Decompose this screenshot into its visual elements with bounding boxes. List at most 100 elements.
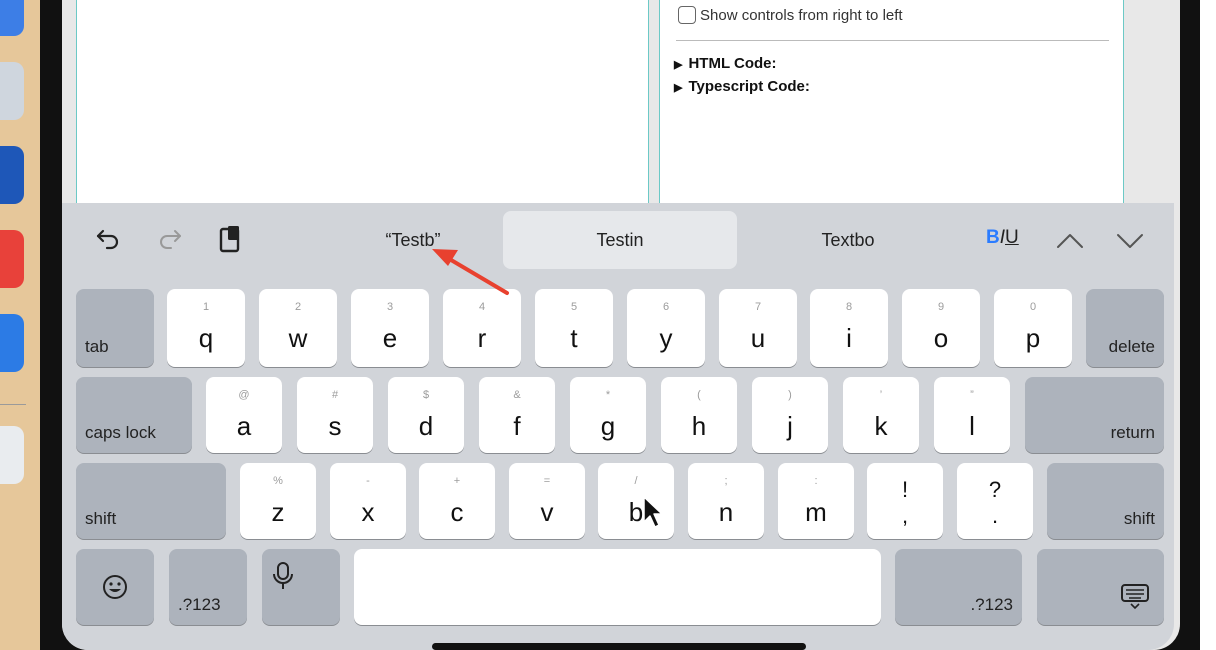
key-alt-label: @: [238, 389, 250, 401]
key-alt-label: #: [331, 389, 339, 401]
rtl-checkbox-row[interactable]: Show controls from right to left: [678, 6, 903, 24]
key-alt-label: 1: [202, 301, 210, 313]
suggestion-literal[interactable]: “Testb”: [318, 211, 508, 269]
key-main-label: l: [969, 411, 975, 441]
html-code-summary[interactable]: ▶ HTML Code:: [674, 55, 777, 72]
key-main-label: z: [271, 497, 285, 527]
underline-button[interactable]: U: [1005, 227, 1019, 248]
demo-panel: [76, 0, 649, 205]
chevron-down-icon[interactable]: [1114, 227, 1146, 255]
key-w[interactable]: 2w: [259, 289, 337, 367]
key-z[interactable]: % z: [240, 463, 316, 539]
key-o[interactable]: 9o: [902, 289, 980, 367]
key-u[interactable]: 7u: [719, 289, 797, 367]
suggestion-alternate[interactable]: Textbo: [738, 211, 958, 269]
key-x[interactable]: -x: [330, 463, 406, 539]
trash-icon[interactable]: [0, 426, 24, 484]
return-key-label: return: [1110, 423, 1155, 442]
key-n[interactable]: ; n: [688, 463, 764, 539]
key-exclamation-comma[interactable]: !,: [867, 463, 943, 539]
key-main-label: x: [361, 497, 375, 527]
numbers-key-left[interactable]: .?123: [169, 549, 247, 625]
key-main-label: i: [846, 323, 852, 353]
caps-lock-key[interactable]: caps lock: [76, 377, 192, 453]
key-d[interactable]: $ d: [388, 377, 464, 453]
key-question-period[interactable]: ?.: [957, 463, 1033, 539]
dock-separator: [0, 404, 26, 405]
key-main-label: p: [1025, 323, 1041, 353]
key-e[interactable]: 3e: [351, 289, 429, 367]
key-alt-label: ): [788, 389, 792, 401]
key-f[interactable]: & f: [479, 377, 555, 453]
shift-left-key[interactable]: shift: [76, 463, 226, 539]
key-b[interactable]: / b: [598, 463, 674, 539]
delete-key[interactable]: delete: [1086, 289, 1164, 367]
key-alt-label: ;: [724, 475, 728, 487]
key-alt-label: ’: [879, 389, 883, 401]
key-t[interactable]: 5t: [535, 289, 613, 367]
text-format-buttons[interactable]: BIU: [986, 227, 1019, 249]
key-main-label: w: [288, 323, 308, 353]
key-main-label: d: [418, 411, 434, 441]
key-alt-label: =: [543, 475, 551, 487]
key-alt-label: 2: [294, 301, 302, 313]
tab-key-label: tab: [85, 337, 109, 356]
app-red-icon[interactable]: [0, 230, 24, 288]
key-m[interactable]: :m: [778, 463, 854, 539]
xcode-icon[interactable]: [0, 314, 24, 372]
key-k[interactable]: ’ k: [843, 377, 919, 453]
tab-key[interactable]: tab: [76, 289, 154, 367]
suggestion-primary[interactable]: Testin: [503, 211, 737, 269]
redo-icon[interactable]: [154, 223, 186, 255]
rtl-checkbox[interactable]: [678, 6, 696, 24]
key-main-label: b: [628, 497, 644, 527]
screenshot-stage: Show controls from right to left ▶ HTML C…: [0, 0, 1216, 650]
hide-keyboard-key[interactable]: [1037, 549, 1164, 625]
bold-button[interactable]: B: [986, 227, 1000, 248]
key-r[interactable]: 4r: [443, 289, 521, 367]
key-q[interactable]: 1q: [167, 289, 245, 367]
key-alt-label: 5: [570, 301, 578, 313]
preview-icon[interactable]: [0, 62, 24, 120]
key-alt-label: $: [422, 389, 430, 401]
typescript-code-summary[interactable]: ▶ Typescript Code:: [674, 78, 810, 95]
keyboard-dismiss-icon: [1121, 584, 1149, 610]
undo-icon[interactable]: [92, 223, 124, 255]
key-bottom-label: ,: [901, 503, 909, 528]
finder-face-icon[interactable]: [0, 146, 24, 204]
dictation-key[interactable]: [262, 549, 340, 625]
key-alt-label: 7: [754, 301, 762, 313]
key-main-label: u: [750, 323, 766, 353]
delete-key-label: delete: [1108, 337, 1155, 356]
key-l[interactable]: ” l: [934, 377, 1010, 453]
shift-right-key[interactable]: shift: [1047, 463, 1164, 539]
caps-lock-label: caps lock: [85, 423, 156, 442]
key-p[interactable]: 0p: [994, 289, 1072, 367]
key-main-label: h: [691, 411, 707, 441]
html-code-label: HTML Code:: [688, 55, 777, 72]
key-main-label: g: [600, 411, 616, 441]
microphone-icon: [273, 562, 293, 589]
key-y[interactable]: 6y: [627, 289, 705, 367]
finder-icon[interactable]: [0, 0, 24, 36]
numbers-right-label: .?123: [970, 595, 1013, 614]
key-i[interactable]: 8i: [810, 289, 888, 367]
key-c[interactable]: + c: [419, 463, 495, 539]
key-h[interactable]: (h: [661, 377, 737, 453]
key-a[interactable]: @ a: [206, 377, 282, 453]
key-g[interactable]: * g: [570, 377, 646, 453]
numbers-key-right[interactable]: .?123: [895, 549, 1022, 625]
macos-dock: [0, 0, 42, 650]
chevron-up-icon[interactable]: [1054, 227, 1086, 255]
key-alt-label: 3: [386, 301, 394, 313]
space-bar[interactable]: [354, 549, 881, 625]
emoji-key[interactable]: [76, 549, 154, 625]
key-alt-label: %: [273, 475, 283, 487]
key-s[interactable]: # s: [297, 377, 373, 453]
return-key[interactable]: return: [1025, 377, 1164, 453]
key-main-label: r: [477, 323, 487, 353]
key-j[interactable]: ) j: [752, 377, 828, 453]
key-v[interactable]: = v: [509, 463, 585, 539]
paste-icon[interactable]: [214, 223, 246, 255]
rtl-checkbox-label: Show controls from right to left: [700, 6, 903, 24]
